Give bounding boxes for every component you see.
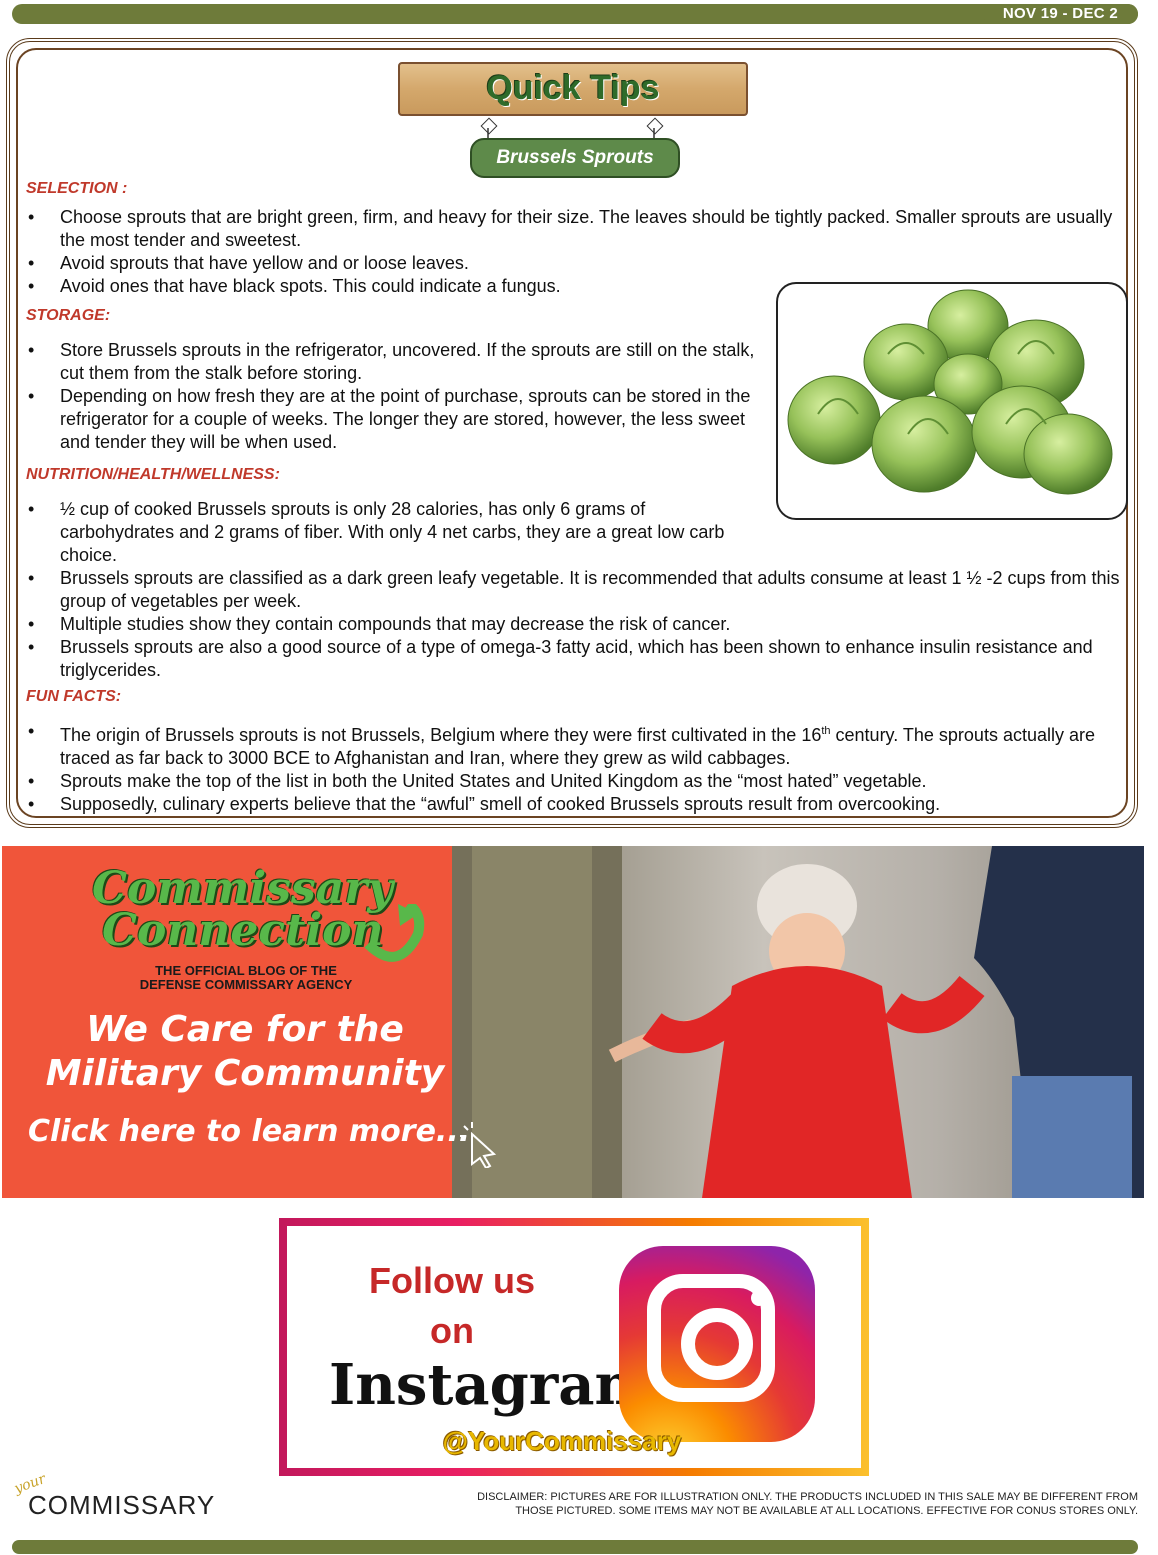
storage-heading: STORAGE: <box>26 307 111 324</box>
list-item: Depending on how fresh they are at the p… <box>28 385 776 454</box>
list-item: Avoid sprouts that have yellow and or lo… <box>28 252 1128 275</box>
we-care-text: We Care for the Military Community <box>45 1009 445 1094</box>
instagram-handle[interactable]: @YourCommissary <box>347 1426 777 1457</box>
brussels-sprouts-image <box>776 282 1128 520</box>
family-walking-illustration <box>452 846 1144 1198</box>
instagram-icon[interactable] <box>619 1246 815 1442</box>
brussels-sprouts-illustration <box>787 289 1113 495</box>
list-item: ½ cup of cooked Brussels sprouts is only… <box>28 498 758 567</box>
instagram-follow-box[interactable]: Follow us on Instagram @YourCommissary <box>279 1218 869 1476</box>
quick-tips-sign: Quick Tips <box>398 62 748 116</box>
your-commissary-logo: your COMMISSARY <box>12 1471 216 1520</box>
learn-more-link[interactable]: Click here to learn more... <box>28 1114 470 1149</box>
list-item: The origin of Brussels sprouts is not Br… <box>28 720 1128 770</box>
blog-tagline: THE OFFICIAL BLOG OF THE DEFENSE COMMISS… <box>139 963 353 992</box>
nutrition-heading: NUTRITION/HEALTH/WELLNESS: <box>26 466 280 483</box>
follow-us-text: Follow us on <box>369 1260 535 1351</box>
bottom-bar <box>12 1540 1138 1554</box>
cursor-click-icon <box>460 1122 497 1168</box>
storage-list: Store Brussels sprouts in the refrigerat… <box>28 339 776 454</box>
list-item: Brussels sprouts are also a good source … <box>28 636 1128 682</box>
topic-sign: Brussels Sprouts <box>470 138 680 178</box>
list-item: Brussels sprouts are classified as a dar… <box>28 567 1128 613</box>
commissary-connection-logo: Commissary Connection <box>92 863 393 956</box>
fun-facts-heading: FUN FACTS: <box>26 688 122 705</box>
instagram-wordmark: Instagram <box>329 1352 654 1418</box>
fun-facts-list: The origin of Brussels sprouts is not Br… <box>28 720 1128 816</box>
list-item: Store Brussels sprouts in the refrigerat… <box>28 339 776 385</box>
nutrition-list: ½ cup of cooked Brussels sprouts is only… <box>28 498 1128 682</box>
list-item: Sprouts make the top of the list in both… <box>28 770 1128 793</box>
top-bar: NOV 19 - DEC 2 <box>12 4 1138 24</box>
disclaimer: DISCLAIMER: PICTURES ARE FOR ILLUSTRATIO… <box>477 1491 1138 1517</box>
list-item: Supposedly, culinary experts believe tha… <box>28 793 1128 816</box>
commissary-connection-banner[interactable]: Commissary Connection THE OFFICIAL BLOG … <box>2 846 1144 1198</box>
selection-heading: SELECTION : <box>26 180 128 197</box>
date-range: NOV 19 - DEC 2 <box>982 4 1138 24</box>
family-photo <box>452 846 1144 1198</box>
list-item: Choose sprouts that are bright green, fi… <box>28 206 1128 252</box>
circular-arrow-icon <box>364 904 425 962</box>
list-item: Multiple studies show they contain compo… <box>28 613 1128 636</box>
